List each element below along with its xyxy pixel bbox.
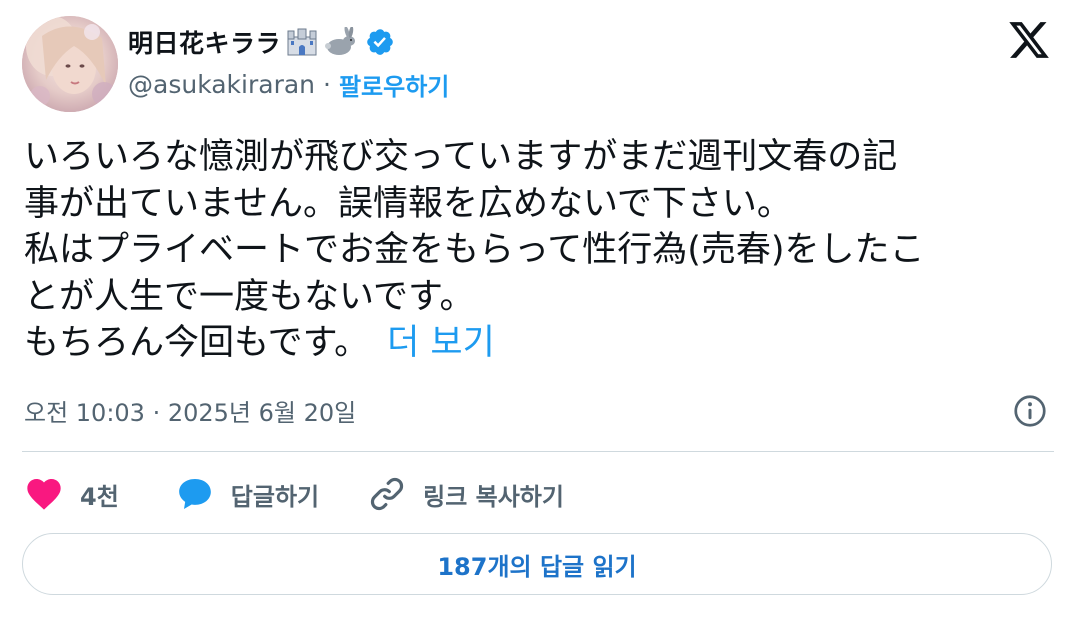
show-more-link[interactable]: 더 보기	[387, 323, 495, 363]
read-replies-button[interactable]: 187개의 답글 읽기	[22, 533, 1052, 595]
tweet-text-line: 私はプライベートでお金をもらって性行為(売春)をしたこ	[24, 230, 925, 270]
avatar-image	[22, 16, 118, 112]
tweet-timestamp-row: 오전 10:03 · 2025년 6월 20일	[24, 392, 356, 428]
info-icon[interactable]	[1012, 393, 1048, 429]
tweet-embed-card: 明日花キララ @asukakiraran · 팔로우하기 いろいろな憶測が飛び交…	[0, 0, 1076, 624]
author-handle-row: @asukakiraran · 팔로우하기	[128, 67, 449, 102]
link-icon	[367, 474, 407, 514]
copy-link-button[interactable]: 링크 복사하기	[367, 474, 564, 514]
heart-icon	[24, 474, 64, 514]
read-replies-label: 187개의 답글 읽기	[437, 552, 637, 581]
tweet-text-line: 事が出ていません。誤情報を広めないで下さい。	[24, 183, 792, 224]
tweet-text-line: いろいろな憶測が飛び交っていますがまだ週刊文春の記	[24, 137, 898, 177]
author-name-row: 明日花キララ	[128, 24, 395, 60]
x-logo-icon[interactable]	[1006, 18, 1052, 62]
castle-emoji-icon	[285, 27, 319, 57]
tweet-timestamp[interactable]: 오전 10:03 · 2025년 6월 20일	[24, 393, 356, 428]
avatar[interactable]	[22, 16, 118, 112]
copy-link-label: 링크 복사하기	[423, 482, 564, 511]
reply-bubble-icon	[175, 474, 215, 514]
author-handle[interactable]: @asukakiraran	[128, 70, 315, 99]
tweet-actions: 4천 답글하기 링크 복사하기	[24, 472, 612, 516]
author-display-name[interactable]: 明日花キララ	[128, 24, 281, 60]
follow-link[interactable]: 팔로우하기	[339, 67, 449, 102]
separator-dot: ·	[323, 69, 331, 99]
tweet-text-fragment: もちろん今回もです。	[24, 323, 370, 363]
tweet-text-line-last: もちろん今回もです。 더 보기	[24, 320, 1044, 367]
rabbit-emoji-icon	[323, 27, 357, 57]
verified-badge-icon	[365, 27, 395, 57]
reply-label: 답글하기	[230, 482, 320, 511]
tweet-text: いろいろな憶測が飛び交っていますがまだ週刊文春の記 事が出ていません。誤情報を広…	[24, 134, 1044, 367]
divider	[22, 451, 1054, 452]
like-button[interactable]: 4천	[24, 474, 119, 514]
like-count: 4천	[80, 482, 119, 511]
reply-button[interactable]: 답글하기	[175, 474, 319, 514]
tweet-text-line: とが人生で一度もないです。	[24, 276, 475, 317]
